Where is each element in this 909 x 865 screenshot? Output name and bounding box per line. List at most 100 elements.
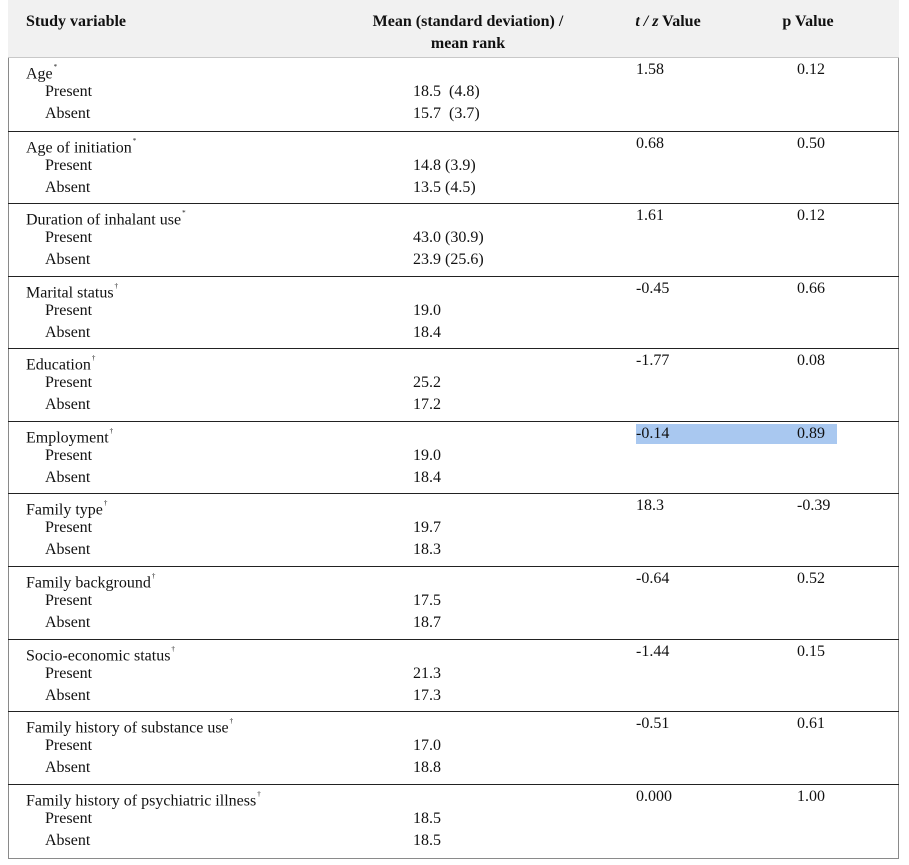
present-label: Present: [45, 447, 93, 464]
absent-value: 13.5 (4.5): [413, 179, 476, 196]
footnote-mark: †: [114, 282, 119, 290]
present-value: 18.5: [413, 810, 441, 827]
footnote-mark: †: [91, 354, 96, 362]
header-study-variable: Study variable: [26, 13, 127, 30]
tz-value: -0.45: [636, 280, 670, 297]
variable-label: Education†: [26, 351, 95, 375]
present-label: Present: [45, 810, 93, 827]
absent-label: Absent: [45, 759, 91, 776]
p-value: 0.61: [797, 715, 825, 732]
absent-label: Absent: [45, 832, 91, 849]
footnote-mark: †: [151, 572, 156, 580]
absent-value: 18.4: [413, 324, 441, 341]
header-mean-line1: Mean (standard deviation) /: [372, 13, 564, 30]
variable-label-text: Age: [26, 65, 53, 83]
variable-label: Family history of substance use†: [26, 714, 233, 738]
absent-label: Absent: [45, 687, 91, 704]
present-value: 17.0: [413, 737, 441, 754]
present-value: 21.3: [413, 665, 441, 682]
p-value: 0.08: [797, 352, 825, 369]
footnote-mark: †: [171, 645, 175, 653]
variable-label-text: Socio-economic status: [26, 647, 171, 665]
tz-value: -1.44: [636, 643, 670, 660]
absent-label: Absent: [45, 469, 91, 486]
table-header: Study variable Mean (standard deviation)…: [8, 0, 899, 58]
variable-label-text: Family type: [26, 501, 103, 519]
absent-label: Absent: [45, 614, 91, 631]
present-label: Present: [45, 229, 93, 246]
present-value: 14.8 (3.9): [413, 157, 476, 174]
present-value: 19.7: [413, 519, 441, 536]
variable-label: Duration of inhalant use*: [26, 206, 186, 230]
variable-label-text: Family history of substance use: [26, 719, 229, 737]
absent-value: 18.3: [413, 541, 441, 558]
variable-label: Socio-economic status†: [26, 642, 175, 666]
variable-label-text: Duration of inhalant use: [26, 211, 182, 229]
p-value: 0.15: [797, 643, 825, 660]
header-mean: Mean (standard deviation) / mean rank: [328, 11, 608, 55]
p-value: 0.89: [778, 424, 837, 444]
variable-label: Family history of psychiatric illness†: [26, 787, 261, 811]
tz-value: 18.3: [636, 497, 664, 514]
footnote-mark: *: [53, 63, 58, 71]
present-value: 19.0: [413, 302, 441, 319]
table-row-group: Socio-economic status† Present Absent 21.3 1…: [8, 639, 899, 711]
variable-label-text: Employment: [26, 429, 109, 447]
header-p-value: p Value: [782, 13, 834, 30]
table-row-group: Family history of substance use† Present A…: [8, 711, 899, 784]
variable-label: Marital status†: [26, 279, 118, 303]
tz-value: 0.000: [636, 788, 672, 805]
present-label: Present: [45, 519, 93, 536]
header-tz-suffix: Value: [658, 13, 701, 30]
table-row-group: Duration of inhalant use* Present Absent 43…: [8, 203, 899, 276]
absent-value: 18.4: [413, 469, 441, 486]
variable-label-text: Age of initiation: [26, 139, 132, 157]
absent-label: Absent: [45, 396, 91, 413]
tz-value: -0.64: [636, 570, 670, 587]
header-mean-line2: mean rank: [430, 35, 506, 52]
present-label: Present: [45, 665, 93, 682]
variable-label: Family type†: [26, 496, 107, 520]
p-value: 1.00: [797, 788, 825, 805]
absent-value: 18.8: [413, 759, 441, 776]
present-label: Present: [45, 83, 93, 100]
present-value: 25.2: [413, 374, 441, 391]
table-row-group: Family background† Present Absent 17.5 18.7-…: [8, 566, 899, 639]
absent-label: Absent: [45, 179, 91, 196]
p-value: 0.50: [797, 135, 825, 152]
variable-label: Age of initiation*: [26, 134, 136, 158]
variable-label-text: Family history of psychiatric illness: [26, 792, 257, 810]
p-value: 0.12: [797, 61, 825, 78]
table-row-group: Marital status† Present Absent 19.0 18.4 -0.4…: [8, 276, 899, 348]
table-row-group: Family history of psychiatric illness† Pr…: [8, 784, 899, 859]
present-value: 18.5 (4.8): [413, 83, 480, 100]
variable-label-text: Education: [26, 356, 91, 374]
tz-value: 0.68: [636, 135, 664, 152]
absent-value: 17.3: [413, 687, 441, 704]
present-label: Present: [45, 592, 93, 609]
absent-value: 23.9 (25.6): [413, 251, 484, 268]
table-row-group: Age* Present Absent 18.5 (4.8) 15.7 (3.7) 1.5…: [8, 58, 899, 131]
variable-label-text: Family background: [26, 574, 151, 592]
header-tz-italic: t / z: [635, 13, 659, 30]
absent-label: Absent: [45, 324, 91, 341]
absent-value: 18.5: [413, 832, 441, 849]
present-value: 43.0 (30.9): [413, 229, 484, 246]
table-row-group: Family type† Present Absent 19.7 18.3 18.3 -0.…: [8, 493, 899, 566]
footnote-mark: †: [103, 499, 108, 507]
absent-value: 17.2: [413, 396, 441, 413]
absent-label: Absent: [45, 251, 91, 268]
absent-label: Absent: [45, 541, 91, 558]
present-value: 19.0: [413, 447, 441, 464]
p-value: 0.66: [797, 280, 825, 297]
tz-value: -0.14: [636, 424, 778, 444]
table-row-group: Employment† Present Absent 19.0 18.4 -0.14 0.8…: [8, 421, 899, 493]
p-value: 0.52: [797, 570, 825, 587]
p-value: -0.39: [797, 497, 831, 514]
footnote-mark: †: [257, 790, 261, 798]
footnote-mark: †: [109, 427, 114, 435]
absent-value: 15.7 (3.7): [413, 105, 480, 122]
tz-value: 1.61: [636, 207, 664, 224]
tz-value: 1.58: [636, 61, 664, 78]
absent-value: 18.7: [413, 614, 441, 631]
